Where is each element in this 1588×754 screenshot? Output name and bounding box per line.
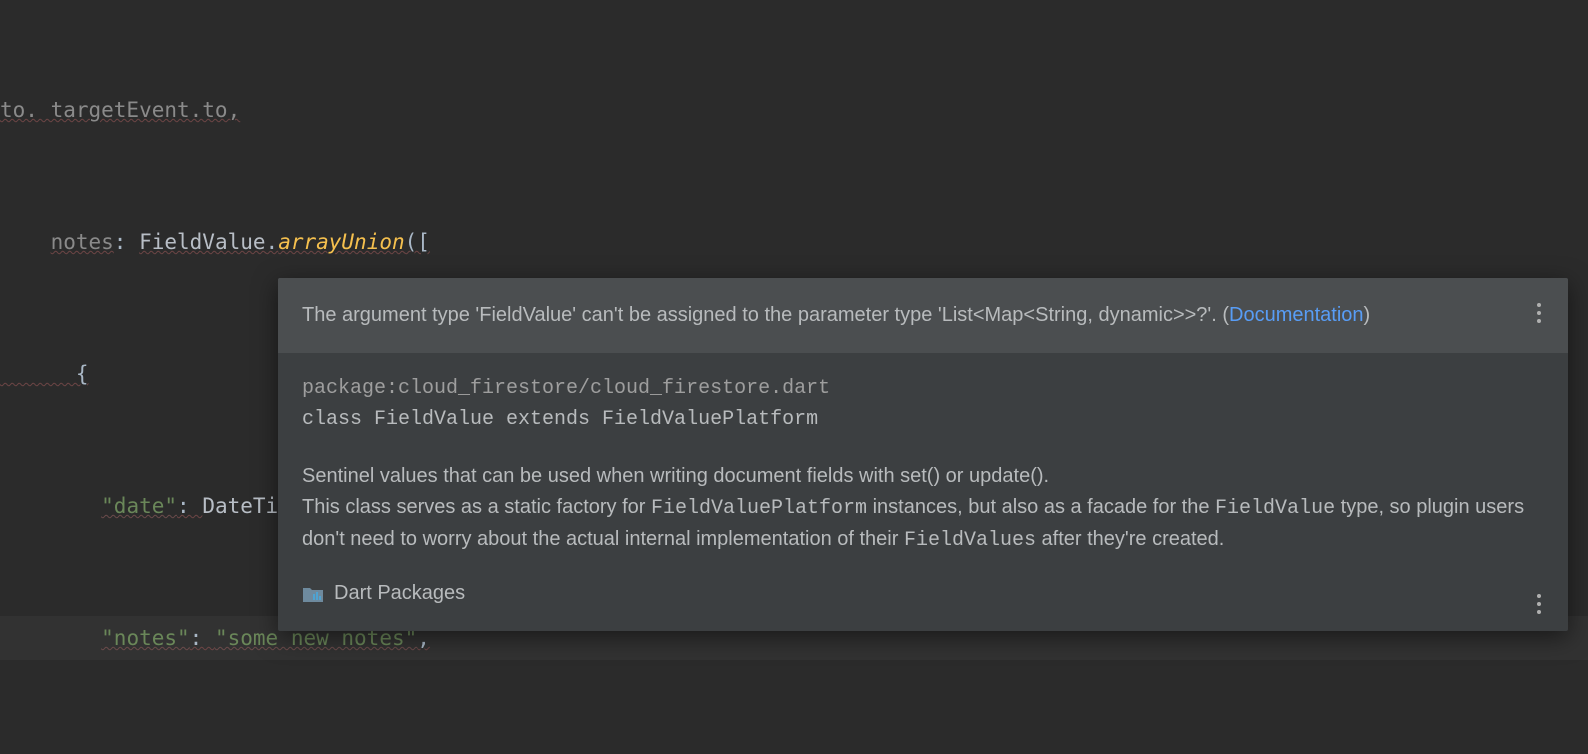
code-line: "user": "some different user", [0, 748, 1588, 754]
more-options-icon[interactable] [1526, 300, 1552, 326]
error-message: The argument type 'FieldValue' can't be … [302, 304, 1229, 326]
tooltip-error-section: The argument type 'FieldValue' can't be … [278, 278, 1568, 353]
doc-source-row: Dart Packages [302, 578, 1544, 609]
class-declaration: class FieldValue extends FieldValuePlatf… [302, 404, 1544, 435]
tooltip-doc-section: package:cloud_firestore/cloud_firestore.… [278, 353, 1568, 631]
code-line: to. targetEvent.to, [0, 88, 1588, 132]
documentation-link[interactable]: Documentation [1229, 304, 1364, 326]
documentation-tooltip: The argument type 'FieldValue' can't be … [278, 278, 1568, 631]
doc-description: Sentinel values that can be used when wr… [302, 461, 1544, 556]
code-line: notes: FieldValue.arrayUnion([ [0, 220, 1588, 264]
package-path: package:cloud_firestore/cloud_firestore.… [302, 373, 1544, 404]
doc-source-label: Dart Packages [334, 578, 465, 609]
more-options-icon[interactable] [1526, 591, 1552, 617]
package-folder-icon [302, 585, 324, 603]
